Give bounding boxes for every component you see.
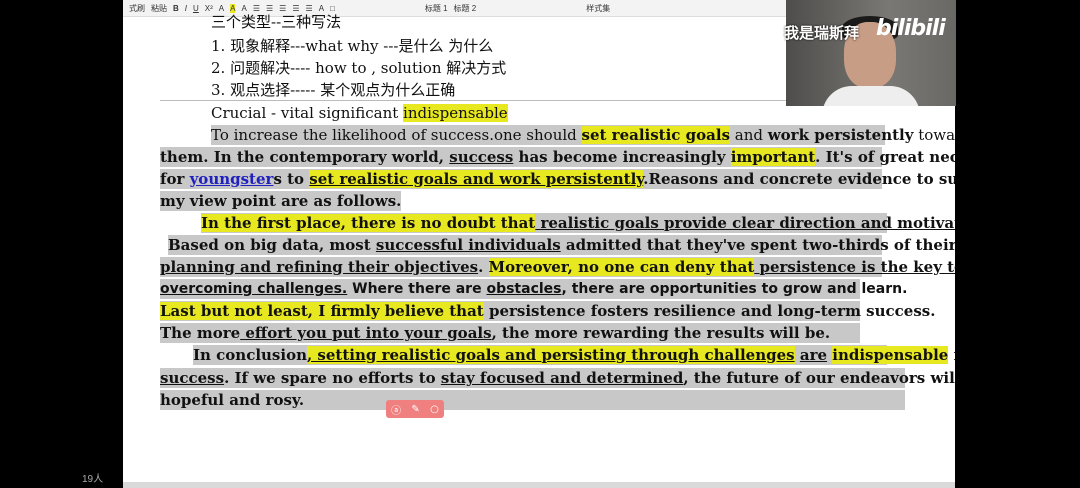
text-run: , the future of our endeavors will be bo… (683, 369, 955, 387)
magic-icon[interactable]: ✎ (411, 404, 419, 415)
text-run: Where there are (347, 281, 487, 297)
text-run: obstacles (486, 281, 562, 297)
text-run: work persistently (767, 126, 914, 144)
style-set-button[interactable]: 样式集 (586, 3, 610, 14)
text-run: . It's of great necessity (815, 148, 955, 166)
text-run: effort you put into your goals (240, 324, 492, 342)
text-run: persistence fosters resilience and long-… (483, 302, 936, 320)
cn-item-2: 2. 问题解决---- how to , solution 解决方式 (211, 59, 507, 77)
text-run: . If we spare no efforts to (224, 369, 441, 387)
text-run: for (160, 170, 190, 188)
text-run: important (730, 148, 816, 166)
text-run: set realistic goals and work persistentl… (309, 170, 644, 188)
essay-line-6: Based on big data, most successful indiv… (168, 235, 955, 255)
text-run: In the contemporary world, (213, 148, 450, 166)
essay-line-4: my view point are as follows. (160, 191, 402, 211)
vocab-highlight: indispensable (403, 104, 508, 122)
bold-button[interactable]: B (173, 4, 179, 13)
status-bar (123, 482, 955, 488)
text-run: indispensable (832, 346, 949, 364)
essay-line-2: them. In the contemporary world, success… (160, 147, 955, 167)
style-heading1[interactable]: 标题 1 (425, 3, 448, 14)
search-icon[interactable]: ○ (430, 404, 439, 415)
text-run: , there are opportunities to grow and le… (561, 281, 908, 297)
essay-line-1: To increase the likelihood of success.on… (211, 125, 955, 145)
text-run: realistic goals provide clear direction … (535, 214, 955, 232)
format-painter-button[interactable]: 式刷 (129, 3, 145, 14)
hyperlink[interactable]: youngster (190, 170, 274, 188)
text-run: The more (160, 324, 241, 342)
text-run: planning and refining their objectives (160, 258, 479, 276)
vocab-words: Crucial - vital significant (211, 104, 404, 122)
text-run: towards (918, 126, 955, 144)
essay-line-9: Last but not least, I firmly believe tha… (160, 301, 935, 321)
text-run: .Reasons and concrete evidence to suppor… (643, 170, 955, 188)
essay-line-13: hopeful and rosy. (160, 390, 905, 410)
text-run: , setting realistic goals and persisting… (306, 346, 795, 364)
italic-button[interactable]: I (185, 4, 187, 13)
cn-heading: 三个类型--三种写法 (211, 13, 342, 31)
text-run: persistence is the key to (754, 258, 955, 276)
text-run: are (799, 346, 828, 364)
text-run: them. (160, 148, 214, 166)
cn-item-1: 1. 现象解释---what why ---是什么 为什么 (211, 37, 494, 55)
essay-line-5: In the first place, there is no doubt th… (201, 213, 955, 233)
text-run: Based on big data, most (168, 236, 376, 254)
text-run: In conclusion (193, 346, 307, 364)
text-run: To increase the likelihood of success.on… (211, 126, 582, 144)
text-run: for (948, 346, 955, 364)
selection-mini-toolbar[interactable]: ⓐ ✎ ○ (386, 400, 444, 418)
text-run: has become increasingly (513, 148, 731, 166)
essay-line-10: The more effort you put into your goals,… (160, 323, 860, 343)
text-run: stay focused and determined (440, 369, 684, 387)
essay-line-7: planning and refining their objectives. … (160, 257, 955, 277)
text-run: s to (273, 170, 310, 188)
text-run: In the first place, there is no doubt th… (201, 214, 536, 232)
text-run: admitted that they've spent two-thirds o… (565, 236, 955, 254)
paste-button[interactable]: 粘贴 (151, 3, 167, 14)
underline-button[interactable]: U (193, 4, 199, 13)
text-run: and (730, 126, 768, 144)
text-run: overcoming challenges. (160, 281, 348, 297)
text-run: success (449, 148, 514, 166)
text-run: set realistic goals (581, 126, 731, 144)
ai-icon[interactable]: ⓐ (391, 402, 401, 417)
text-run: , the more rewarding the results will be… (491, 324, 831, 342)
essay-line-3: for youngsters to set realistic goals an… (160, 169, 955, 189)
essay-line-12: success. If we spare no efforts to stay … (160, 368, 955, 388)
text-run: Moreover, no one can deny that (488, 258, 755, 276)
text-run: . (478, 258, 489, 276)
streamer-name: 我是瑞斯拜 (784, 24, 860, 42)
essay-line-8: overcoming challenges. Where there are o… (160, 279, 907, 299)
text-run: Last but not least, I firmly believe tha… (160, 302, 484, 320)
viewer-count: 19人 (82, 474, 104, 485)
style-heading2[interactable]: 标题 2 (454, 3, 477, 14)
essay-line-11: In conclusion, setting realistic goals a… (193, 345, 955, 365)
vocab-line: Crucial - vital significant indispensabl… (211, 103, 508, 123)
text-run: success (160, 369, 225, 387)
text-run: successful individuals (375, 236, 561, 254)
bilibili-logo: bilibili (876, 16, 946, 41)
cn-item-3: 3. 观点选择----- 某个观点为什么正确 (211, 81, 456, 99)
